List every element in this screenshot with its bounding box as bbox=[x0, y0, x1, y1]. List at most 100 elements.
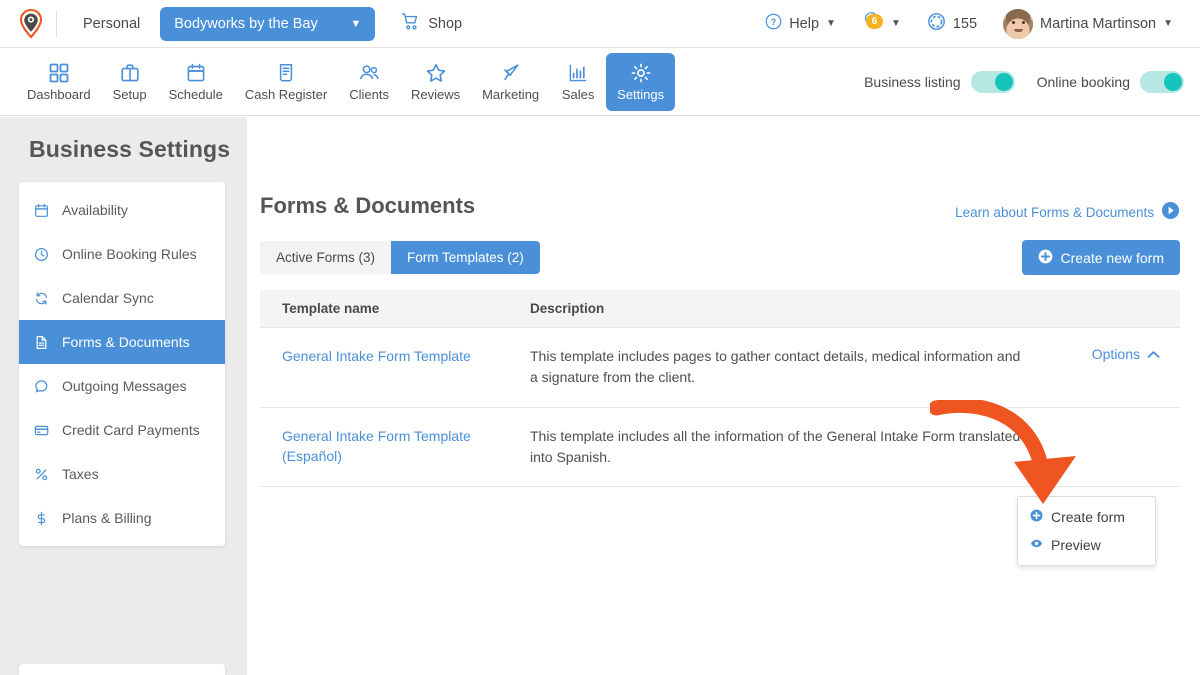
nav-item-settings[interactable]: Settings bbox=[606, 52, 676, 111]
nav-label: Cash Register bbox=[244, 86, 328, 102]
options-dropdown-menu: Create form Preview bbox=[1017, 496, 1156, 566]
credits-value: 155 bbox=[952, 15, 978, 32]
clock-icon bbox=[33, 247, 50, 262]
sidebar-label: Calendar Sync bbox=[62, 290, 154, 306]
sidebar-item-calendar-sync[interactable]: Calendar Sync bbox=[19, 276, 225, 320]
templates-table: Template name Description General Intake… bbox=[260, 290, 1180, 488]
column-header-template-name: Template name bbox=[282, 301, 380, 316]
nav-item-clients[interactable]: Clients bbox=[338, 53, 400, 111]
dollar-icon bbox=[33, 511, 50, 526]
people-icon bbox=[358, 62, 381, 84]
nav-item-schedule[interactable]: Schedule bbox=[158, 53, 234, 111]
template-description-cell: This template includes all the informati… bbox=[530, 427, 1021, 465]
megaphone-icon bbox=[500, 62, 522, 84]
personal-menu[interactable]: Personal bbox=[71, 16, 152, 32]
column-header-description: Description bbox=[530, 301, 605, 316]
main-content: Forms & Documents Learn about Forms & Do… bbox=[247, 117, 1200, 675]
nav-item-dashboard[interactable]: Dashboard bbox=[16, 53, 102, 111]
nav-label: Clients bbox=[349, 86, 389, 102]
nav-label: Setup bbox=[112, 86, 147, 102]
star-icon bbox=[425, 62, 447, 84]
sidebar-item-availability[interactable]: Availability bbox=[19, 188, 225, 232]
app-window: Personal Bodyworks by the Bay ▼ Shop ? H… bbox=[0, 0, 1200, 675]
document-icon bbox=[33, 335, 50, 350]
plus-circle-icon bbox=[1038, 249, 1053, 267]
shopping-cart-icon bbox=[401, 12, 420, 35]
sidebar-label: Plans & Billing bbox=[62, 510, 152, 526]
table-row: General Intake Form Template (Español) T… bbox=[260, 408, 1180, 488]
nav-item-sales[interactable]: Sales bbox=[550, 53, 606, 111]
sidebar-item-credit-card-payments[interactable]: Credit Card Payments bbox=[19, 408, 225, 452]
tab-form-templates[interactable]: Form Templates (2) bbox=[391, 241, 540, 274]
help-label: Help bbox=[789, 15, 820, 32]
sidebar-item-outgoing-messages[interactable]: Outgoing Messages bbox=[19, 364, 225, 408]
create-new-form-button[interactable]: Create new form bbox=[1021, 240, 1180, 275]
nav-item-marketing[interactable]: Marketing bbox=[471, 53, 550, 111]
template-name-link[interactable]: General Intake Form Template bbox=[282, 348, 471, 364]
nav-item-cash-register[interactable]: Cash Register bbox=[234, 53, 338, 111]
template-name-cell: General Intake Form Template bbox=[260, 346, 530, 366]
credit-card-icon bbox=[33, 423, 50, 438]
sidebar-label: Outgoing Messages bbox=[62, 378, 187, 394]
messages-menu[interactable]: 6 ▼ bbox=[849, 12, 914, 35]
avatar bbox=[1003, 8, 1034, 39]
dropdown-item-preview[interactable]: Preview bbox=[1018, 531, 1155, 559]
sidebar-item-online-booking-rules[interactable]: Online Booking Rules bbox=[19, 232, 225, 276]
table-header-row: Template name Description bbox=[260, 290, 1180, 328]
sidebar-item-plans-billing[interactable]: Plans & Billing bbox=[19, 496, 225, 540]
chevron-down-icon: ▼ bbox=[350, 17, 362, 30]
sidebar-item-forms-documents[interactable]: Forms & Documents bbox=[19, 320, 225, 364]
user-menu[interactable]: Martina Martinson ▼ bbox=[990, 8, 1186, 39]
sidebar-label: Credit Card Payments bbox=[62, 422, 200, 438]
calendar-icon bbox=[33, 203, 50, 218]
online-booking-toggle[interactable] bbox=[1140, 70, 1184, 93]
top-bar: Personal Bodyworks by the Bay ▼ Shop ? H… bbox=[0, 0, 1200, 48]
business-selector-label: Bodyworks by the Bay bbox=[174, 15, 318, 32]
delete-business-button[interactable]: Delete Business bbox=[19, 664, 225, 675]
credits-indicator[interactable]: 155 bbox=[914, 12, 990, 35]
svg-text:?: ? bbox=[771, 17, 776, 27]
template-actions-cell: Options bbox=[1040, 346, 1180, 364]
sidebar-item-taxes[interactable]: Taxes bbox=[19, 452, 225, 496]
help-menu[interactable]: ? Help ▼ bbox=[752, 13, 849, 34]
template-name-link[interactable]: General Intake Form Template (Español) bbox=[282, 428, 471, 464]
chevron-up-icon bbox=[1147, 346, 1160, 362]
template-name-cell: General Intake Form Template (Español) bbox=[260, 426, 530, 467]
grid-icon bbox=[48, 62, 70, 84]
business-selector[interactable]: Bodyworks by the Bay ▼ bbox=[160, 6, 376, 41]
shop-link[interactable]: Shop bbox=[401, 12, 462, 35]
business-listing-toggle[interactable] bbox=[970, 70, 1015, 93]
chevron-down-icon: ▼ bbox=[826, 18, 836, 29]
online-booking-label: Online booking bbox=[1036, 73, 1130, 90]
sidebar-label: Online Booking Rules bbox=[62, 246, 197, 262]
top-bar-right: ? Help ▼ 6 ▼ 155 Martina Martinson ▼ bbox=[752, 8, 1200, 39]
map-pin-logo-icon[interactable] bbox=[14, 7, 48, 41]
bar-chart-icon bbox=[567, 62, 589, 84]
nav-label: Settings bbox=[617, 86, 665, 102]
tab-group: Active Forms (3) Form Templates (2) bbox=[260, 241, 540, 274]
plus-circle-icon bbox=[1030, 509, 1043, 525]
nav-item-setup[interactable]: Setup bbox=[102, 53, 158, 111]
play-circle-icon bbox=[1161, 201, 1180, 223]
briefcase-icon bbox=[119, 62, 141, 84]
learn-about-link[interactable]: Learn about Forms & Documents bbox=[955, 201, 1180, 223]
create-new-form-label: Create new form bbox=[1060, 249, 1164, 266]
percent-icon bbox=[33, 467, 50, 482]
page-title: Business Settings bbox=[29, 136, 231, 162]
settings-sidebar: Availability Online Booking Rules Calend… bbox=[19, 182, 225, 546]
options-menu-button[interactable]: Options bbox=[1040, 346, 1160, 362]
tab-active-forms[interactable]: Active Forms (3) bbox=[260, 241, 392, 274]
online-booking-toggle-group: Online booking bbox=[1036, 70, 1184, 93]
nav-label: Dashboard bbox=[27, 86, 91, 102]
nav-label: Reviews bbox=[410, 86, 461, 102]
shop-label: Shop bbox=[428, 15, 463, 32]
sync-icon bbox=[33, 291, 50, 306]
chevron-down-icon: ▼ bbox=[1163, 18, 1173, 29]
credits-circle-icon bbox=[927, 12, 946, 35]
nav-label: Sales bbox=[561, 86, 595, 102]
business-listing-toggle-group: Business listing bbox=[864, 70, 1015, 93]
chevron-down-icon: ▼ bbox=[890, 18, 901, 29]
dropdown-item-create-form[interactable]: Create form bbox=[1018, 503, 1155, 531]
nav-item-reviews[interactable]: Reviews bbox=[400, 53, 471, 111]
sidebar-label: Availability bbox=[62, 202, 128, 218]
